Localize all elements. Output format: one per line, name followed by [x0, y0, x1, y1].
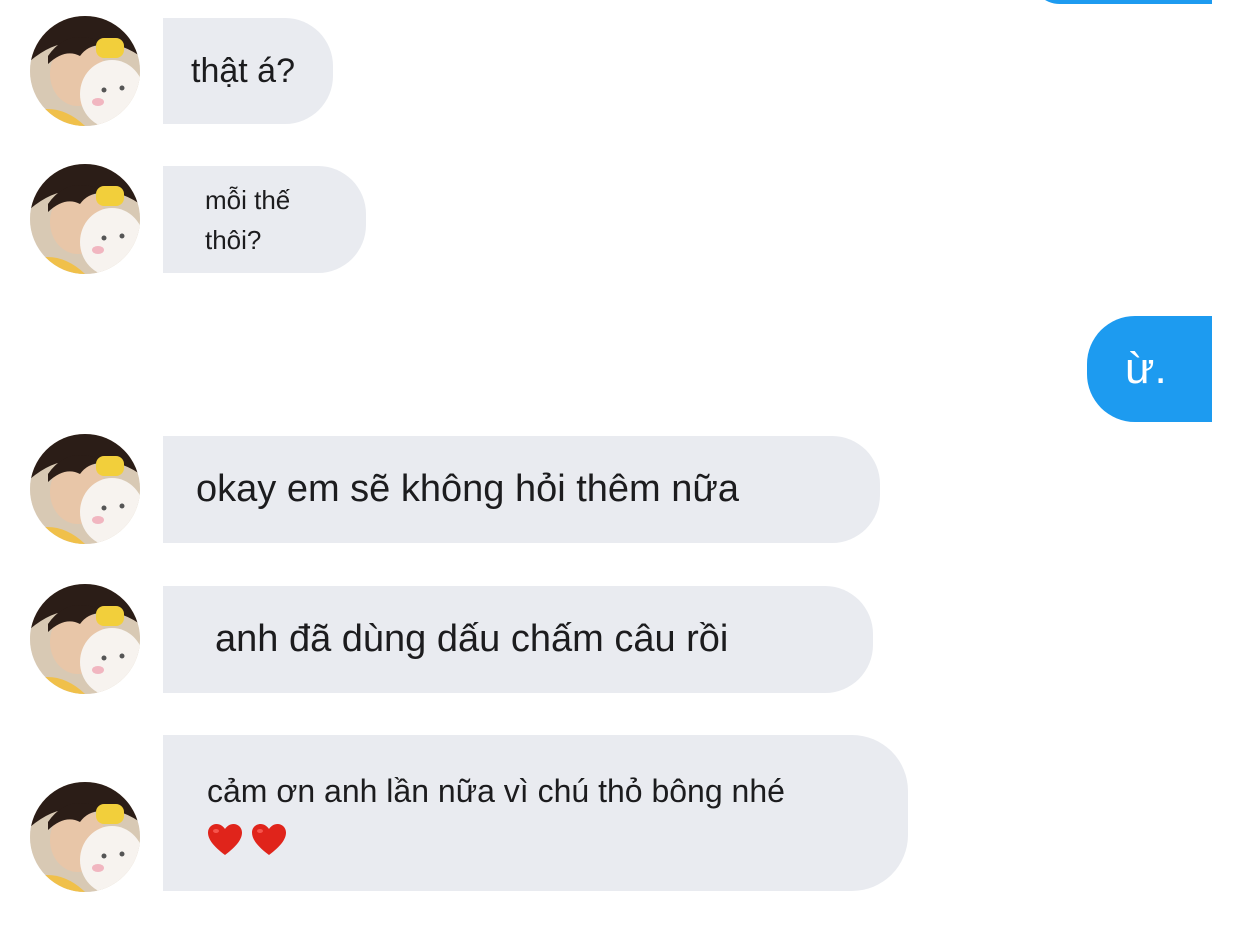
message-text: thật á? [191, 51, 295, 90]
emoji-row [207, 819, 295, 857]
outgoing-message-bubble-partial [1030, 0, 1212, 4]
message-text: okay em sẽ không hỏi thêm nữa [196, 468, 739, 510]
outgoing-message-bubble[interactable]: ừ. [1087, 316, 1212, 422]
avatar-photo-icon [30, 164, 140, 274]
incoming-message-bubble[interactable]: anh đã dùng dấu chấm câu rồi [163, 586, 873, 693]
avatar-photo-icon [30, 584, 140, 694]
contact-avatar[interactable] [30, 434, 140, 544]
red-heart-icon [207, 823, 243, 857]
contact-avatar[interactable] [30, 782, 140, 892]
avatar-photo-icon [30, 782, 140, 892]
contact-avatar[interactable] [30, 164, 140, 274]
incoming-message-bubble[interactable]: okay em sẽ không hỏi thêm nữa [163, 436, 880, 543]
incoming-message-bubble[interactable]: mỗi thế thôi? [163, 166, 366, 273]
message-text-line: mỗi thế [205, 184, 291, 215]
message-text-line: thôi? [205, 224, 262, 255]
incoming-message-bubble[interactable]: cảm ơn anh lần nữa vì chú thỏ bông nhé [163, 735, 908, 891]
message-text: cảm ơn anh lần nữa vì chú thỏ bông nhé [207, 773, 785, 810]
contact-avatar[interactable] [30, 16, 140, 126]
avatar-photo-icon [30, 434, 140, 544]
contact-avatar[interactable] [30, 584, 140, 694]
red-heart-icon [251, 823, 287, 857]
message-text: anh đã dùng dấu chấm câu rồi [215, 618, 729, 660]
avatar-photo-icon [30, 16, 140, 126]
message-text: ừ. [1125, 344, 1167, 393]
incoming-message-bubble[interactable]: thật á? [163, 18, 333, 124]
